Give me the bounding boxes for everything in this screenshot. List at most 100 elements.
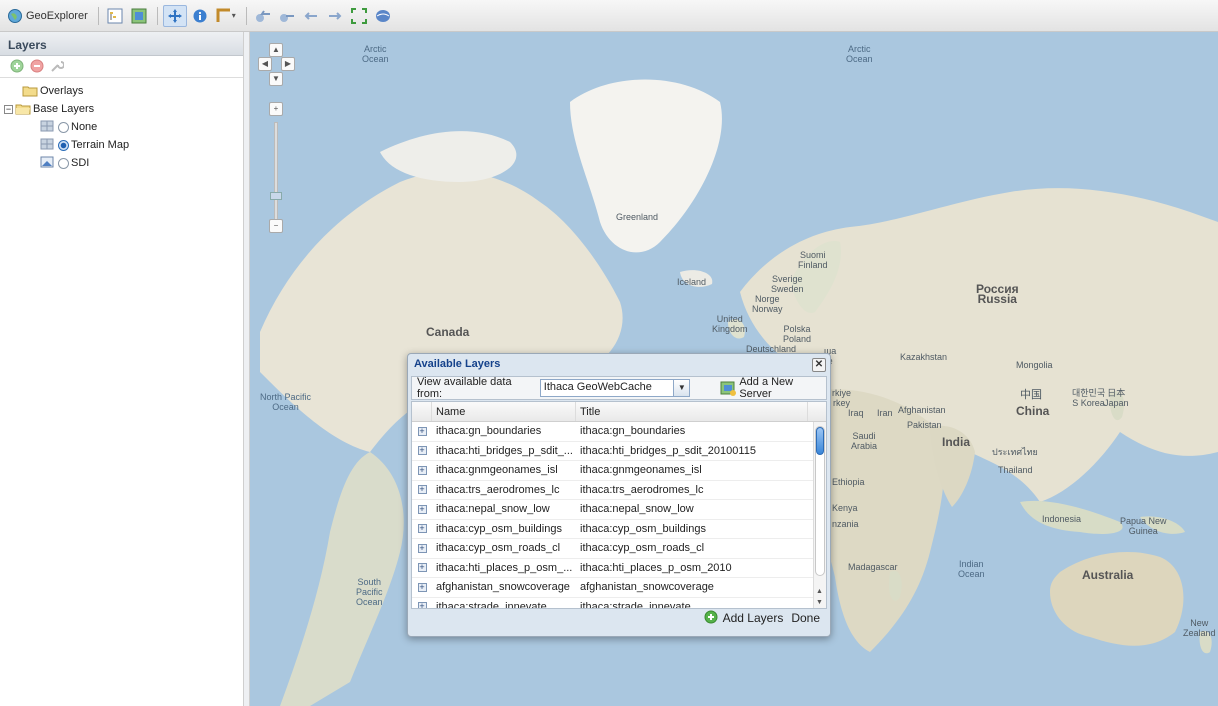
add-server-button[interactable]: Add a New Server bbox=[720, 376, 826, 400]
expand-icon[interactable]: + bbox=[417, 563, 427, 573]
info-icon bbox=[192, 8, 208, 24]
legend-button[interactable] bbox=[128, 5, 150, 27]
remove-layer-icon[interactable] bbox=[30, 59, 46, 75]
expand-icon[interactable]: + bbox=[417, 524, 427, 534]
view-from-label: View available data from: bbox=[417, 376, 512, 400]
app-title-button[interactable]: GeoExplorer bbox=[4, 5, 91, 27]
tree-item-base-layers[interactable]: − Base Layers bbox=[0, 100, 243, 118]
map-label: Iran bbox=[877, 408, 893, 418]
nav-back-button[interactable] bbox=[252, 5, 274, 27]
table-row[interactable]: + ithaca:hti_places_p_osm_... ithaca:hti_p… bbox=[412, 559, 826, 578]
tree-item-overlays[interactable]: Overlays bbox=[0, 82, 243, 100]
zoom-previous-button[interactable] bbox=[300, 5, 322, 27]
pan-right-button[interactable]: ▶ bbox=[281, 57, 295, 71]
table-row[interactable]: + ithaca:cyp_osm_roads_cl ithaca:cyp_osm_r… bbox=[412, 539, 826, 559]
expand-icon[interactable]: + bbox=[417, 485, 427, 495]
layer-name: ithaca:cyp_osm_roads_cl bbox=[436, 542, 561, 555]
scrollbar-thumb[interactable] bbox=[815, 426, 825, 576]
layer-properties-icon[interactable] bbox=[50, 59, 66, 75]
pan-button[interactable] bbox=[162, 4, 187, 27]
table-row[interactable]: + ithaca:strade_innevate ithaca:strade_inn… bbox=[412, 598, 826, 609]
nav-forward-button[interactable] bbox=[276, 5, 298, 27]
add-server-icon bbox=[720, 380, 737, 396]
pan-up-button[interactable]: ▲ bbox=[269, 43, 283, 57]
map-label: United Kingdom bbox=[712, 314, 748, 334]
expand-icon[interactable]: + bbox=[417, 504, 427, 514]
table-row[interactable]: + ithaca:hti_bridges_p_sdit_... ithaca:hti… bbox=[412, 442, 826, 461]
map-label: Sverige Sweden bbox=[771, 274, 804, 294]
layers-panel: Layers Overlays − Base Layers None Terra… bbox=[0, 32, 244, 706]
map-label: Kenya bbox=[832, 503, 858, 513]
zoom-extent-button[interactable] bbox=[348, 5, 370, 27]
tree-item-label: SDI bbox=[71, 157, 90, 169]
measure-button[interactable]: ▾ bbox=[213, 5, 239, 27]
table-row[interactable]: + ithaca:nepal_snow_low ithaca:nepal_snow_… bbox=[412, 500, 826, 520]
globe-icon bbox=[7, 8, 23, 24]
table-row[interactable]: + ithaca:gn_boundaries ithaca:gn_boundarie… bbox=[412, 422, 826, 442]
map-label: Australia bbox=[1082, 568, 1134, 582]
layer-title: ithaca:strade_innevate bbox=[580, 600, 691, 609]
map-label: Indonesia bbox=[1042, 514, 1082, 524]
source-server-value: Ithaca GeoWebCache bbox=[543, 381, 652, 393]
zoom-next-button[interactable] bbox=[324, 5, 346, 27]
table-row[interactable]: + ithaca:trs_aerodromes_lc ithaca:trs_aero… bbox=[412, 481, 826, 500]
layer-title: ithaca:hti_bridges_p_sdit_20100115 bbox=[580, 444, 756, 457]
add-icon bbox=[704, 610, 720, 626]
layer-tree-button[interactable] bbox=[104, 5, 126, 27]
done-button[interactable]: Done bbox=[791, 611, 820, 625]
zoom-out-button[interactable]: − bbox=[269, 219, 283, 233]
nav-back-icon bbox=[255, 8, 271, 24]
dialog-title: Available Layers bbox=[414, 358, 501, 370]
tree-item-terrain-map[interactable]: Terrain Map bbox=[0, 136, 243, 154]
expand-icon[interactable]: + bbox=[417, 543, 427, 553]
table-row[interactable]: + ithaca:cyp_osm_buildings ithaca:cyp_osm_… bbox=[412, 520, 826, 539]
pan-left-button[interactable]: ◀ bbox=[258, 57, 272, 71]
grid-body: + ithaca:gn_boundaries ithaca:gn_boundarie… bbox=[412, 422, 826, 609]
expand-icon[interactable]: + bbox=[417, 465, 427, 475]
expand-icon[interactable]: + bbox=[417, 602, 427, 608]
legend-icon bbox=[131, 8, 147, 24]
info-button[interactable] bbox=[189, 5, 211, 27]
map-label: Afghanistan bbox=[898, 405, 946, 415]
grid-layer-icon bbox=[40, 137, 56, 153]
collapse-icon[interactable]: − bbox=[4, 104, 13, 114]
scroll-up-arrow-icon[interactable]: ▲ bbox=[816, 588, 823, 595]
add-layer-icon[interactable] bbox=[10, 59, 26, 75]
table-row[interactable]: + ithaca:gnmgeonames_isl ithaca:gnmgeoname… bbox=[412, 461, 826, 481]
add-layers-label: Add Layers bbox=[722, 611, 784, 625]
radio-unchecked-icon[interactable] bbox=[58, 121, 69, 133]
expand-icon[interactable]: + bbox=[417, 582, 427, 592]
grid-scrollbar[interactable]: ▲ ▼ bbox=[813, 422, 826, 608]
map-label: Madagascar bbox=[848, 562, 898, 572]
layer-name: ithaca:hti_bridges_p_sdit_... bbox=[436, 444, 573, 457]
expand-icon[interactable]: + bbox=[417, 426, 427, 436]
map-label: Indian Ocean bbox=[958, 559, 985, 579]
map-label: Pakistan bbox=[907, 420, 942, 430]
zoom-slider-thumb[interactable] bbox=[270, 192, 282, 200]
tree-item-sdi[interactable]: SDI bbox=[0, 154, 243, 172]
title-column-header[interactable]: Title bbox=[576, 402, 808, 421]
add-server-label: Add a New Server bbox=[739, 376, 794, 400]
radio-checked-icon[interactable] bbox=[58, 139, 69, 151]
zoom-in-button[interactable]: + bbox=[269, 102, 283, 116]
map-label: Greenland bbox=[616, 212, 659, 222]
close-icon[interactable]: ✕ bbox=[812, 358, 826, 372]
dialog-title-bar[interactable]: Available Layers ✕ bbox=[408, 354, 830, 374]
table-row[interactable]: + afghanistan_snowcoverage afghanistan_sno… bbox=[412, 578, 826, 598]
zoom-slider-track[interactable] bbox=[274, 122, 278, 222]
expand-icon[interactable]: + bbox=[417, 446, 427, 456]
layer-title: ithaca:gn_boundaries bbox=[580, 425, 686, 438]
map-label: Norge Norway bbox=[752, 294, 783, 314]
add-layers-button[interactable]: Add Layers bbox=[704, 610, 784, 626]
radio-unchecked-icon[interactable] bbox=[58, 157, 69, 169]
world-view-button[interactable] bbox=[372, 5, 394, 27]
scroll-down-arrow-icon[interactable]: ▼ bbox=[816, 599, 823, 606]
pan-down-button[interactable]: ▼ bbox=[269, 72, 283, 86]
chevron-down-icon[interactable]: ▼ bbox=[673, 379, 691, 397]
folder-open-icon bbox=[15, 101, 31, 117]
name-column-header[interactable]: Name bbox=[432, 402, 576, 421]
layers-panel-toolbar bbox=[0, 56, 243, 78]
landmass-arctic-islands bbox=[380, 131, 517, 182]
source-server-select[interactable]: Ithaca GeoWebCache ▼ bbox=[539, 379, 691, 397]
tree-item-none[interactable]: None bbox=[0, 118, 243, 136]
